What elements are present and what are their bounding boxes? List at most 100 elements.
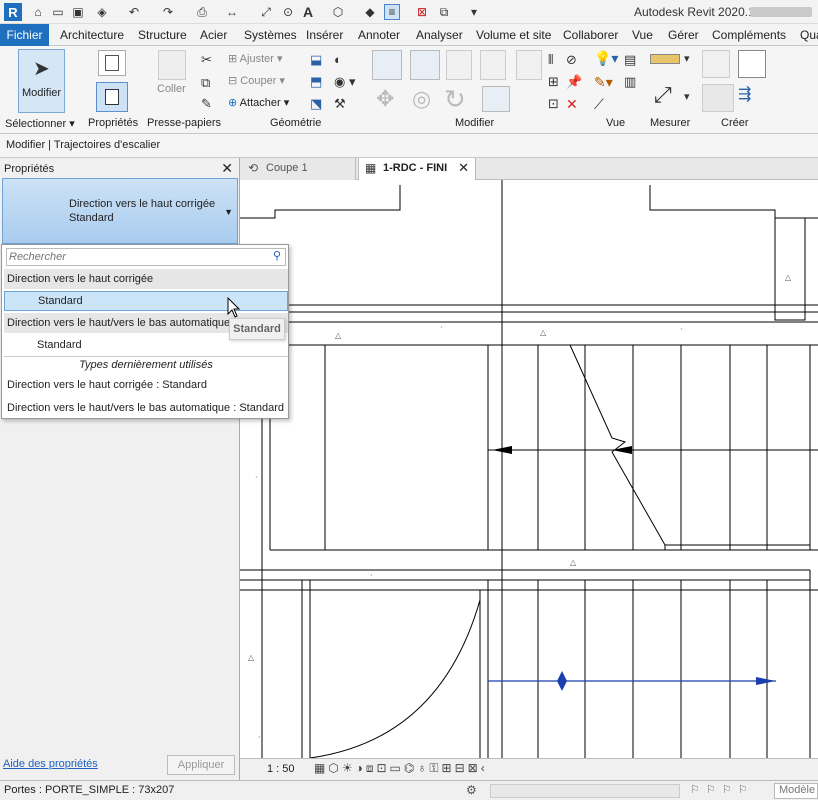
tab-1-rdc-fini[interactable]: ▦ 1-RDC - FINI ✕ <box>358 158 476 181</box>
revit-logo[interactable]: R <box>4 3 22 21</box>
tab-vue[interactable]: Vue <box>632 28 653 42</box>
properties-toggle-button[interactable] <box>96 82 128 112</box>
aligned-dimension-icon[interactable]: ⤢ <box>654 82 672 108</box>
create-similar-icon[interactable]: ⇶ <box>738 84 751 104</box>
worksharing-icon[interactable]: ⊞ <box>442 761 455 775</box>
print-icon[interactable]: ⎙ <box>194 4 210 20</box>
analytical-icon[interactable]: ⊟ <box>455 761 468 775</box>
cope-icon[interactable]: ◉ ▾ <box>334 74 355 90</box>
tab-architecture[interactable]: Architecture <box>60 28 124 42</box>
temp-hide-icon[interactable]: ⌬ <box>404 761 417 775</box>
attach-button[interactable]: ⊕ Attacher ▾ <box>228 96 289 109</box>
cut-geometry-button[interactable]: ⊟ Couper ▾ <box>228 74 285 87</box>
join-icon[interactable]: ⬓ <box>310 52 322 68</box>
hide-in-view-icon[interactable]: 💡▾ <box>594 50 618 67</box>
panel-select[interactable]: Sélectionner ▾ <box>5 117 75 130</box>
close-hidden-icon[interactable]: ⊠ <box>414 4 430 20</box>
selection-filter-icons[interactable]: ⚐⚐⚐⚐ <box>690 783 753 796</box>
array-icon[interactable]: ⊞ <box>548 74 559 90</box>
visual-style-icon[interactable]: ⬡ <box>328 761 341 775</box>
sync-icon[interactable]: ◈ <box>94 4 110 20</box>
create-group-icon[interactable] <box>702 84 734 112</box>
recent-type-item[interactable]: Direction vers le haut corrigée : Standa… <box>4 375 288 395</box>
tab-annoter[interactable]: Annoter <box>358 28 400 42</box>
paste-icon[interactable] <box>158 50 186 80</box>
switch-windows-icon[interactable]: ⧉ <box>436 4 452 20</box>
delete-icon[interactable]: ✕ <box>566 96 578 113</box>
mirror-axis-icon[interactable] <box>446 50 472 80</box>
render-icon[interactable]: ⧈ <box>366 761 377 775</box>
save-icon[interactable]: ▣ <box>70 4 86 20</box>
copy-icon[interactable]: ⧉ <box>201 75 210 91</box>
wall-joins-icon[interactable]: ⬒ <box>310 74 322 90</box>
dropdown-type-item-selected[interactable]: Standard <box>4 291 288 311</box>
trim-extend-icon[interactable] <box>482 86 510 112</box>
move-icon[interactable]: ✥ <box>376 86 394 112</box>
measure-tool-icon[interactable] <box>650 54 680 64</box>
pin-icon[interactable]: 📌 <box>566 74 582 90</box>
view-scale[interactable]: 1 : 50 <box>267 763 295 775</box>
tag-icon[interactable]: ⊙ <box>280 4 296 20</box>
shadows-icon[interactable]: ◑ <box>356 761 366 775</box>
view-range-icon[interactable]: ▤ <box>624 52 636 68</box>
modify-button[interactable]: ➤ Modifier <box>18 49 65 113</box>
cut-icon[interactable]: ✂ <box>201 52 212 68</box>
undo-icon[interactable]: ↶ <box>126 4 142 20</box>
tab-inserer[interactable]: Insérer <box>306 28 343 42</box>
tab-acier[interactable]: Acier <box>200 28 227 42</box>
measure-icon[interactable]: ↔ <box>224 4 240 20</box>
worksets-icon[interactable]: ⚙ <box>466 783 477 797</box>
align-icon[interactable] <box>372 50 402 80</box>
type-selector[interactable]: Direction vers le haut corrigée Standard… <box>2 178 238 244</box>
create-assembly-icon[interactable] <box>702 50 730 78</box>
tab-systemes[interactable]: Systèmes <box>244 28 297 42</box>
customize-qat-icon[interactable]: ▾ <box>466 4 482 20</box>
section-icon[interactable]: ◆ <box>362 4 378 20</box>
close-tab-icon[interactable]: ✕ <box>458 160 469 176</box>
linework-icon[interactable]: ⟋ <box>594 96 604 113</box>
demolish-icon[interactable]: ⚒ <box>334 96 346 112</box>
mirror-draw-icon[interactable] <box>480 50 506 80</box>
apply-button[interactable]: Appliquer <box>167 755 235 775</box>
rotate-icon[interactable]: ↻ <box>444 84 466 115</box>
tab-gerer[interactable]: Gérer <box>668 28 699 42</box>
split-face-icon[interactable]: ⬔ <box>310 96 322 112</box>
paint-icon[interactable]: ◐ <box>334 52 342 67</box>
open-icon[interactable]: ▭ <box>50 4 66 20</box>
text-icon[interactable]: A <box>300 4 316 20</box>
close-icon[interactable]: ✕ <box>221 160 233 177</box>
stair-path-flip-control[interactable] <box>557 671 567 691</box>
dimension-dropdown-icon[interactable]: ▾ <box>684 90 690 103</box>
tab-collaborer[interactable]: Collaborer <box>563 28 618 42</box>
split-icon[interactable] <box>516 50 542 80</box>
unpin-icon[interactable]: ⊘ <box>566 52 577 68</box>
measure-dropdown-icon[interactable]: ▾ <box>684 52 690 65</box>
redo-icon[interactable]: ↷ <box>160 4 176 20</box>
adjust-button[interactable]: ⊞ Ajuster ▾ <box>228 52 283 65</box>
crop-view-icon[interactable]: ⊡ <box>376 761 389 775</box>
constraints-icon[interactable]: ⊠ <box>468 761 481 775</box>
paste-button[interactable]: Coller <box>157 83 186 95</box>
view-controls[interactable]: ▦⬡☀◑⧈⊡▭⌬♁⚿⊞⊟⊠‹ <box>314 761 488 776</box>
split-gap-icon[interactable]: ⫴ <box>548 52 553 68</box>
3d-view-icon[interactable]: ⬡ <box>330 4 346 20</box>
detail-level-icon[interactable]: ▦ <box>314 761 328 775</box>
type-search-input[interactable] <box>9 250 259 264</box>
thin-lines-icon[interactable]: ≡ <box>384 4 400 20</box>
tab-file[interactable]: Fichier <box>0 24 49 46</box>
tab-structure[interactable]: Structure <box>138 28 187 42</box>
tab-complements[interactable]: Compléments <box>712 28 786 42</box>
tab-volume-et-site[interactable]: Volume et site <box>476 28 551 42</box>
create-parts-icon[interactable] <box>738 50 766 78</box>
sun-path-icon[interactable]: ☀ <box>342 761 356 775</box>
tab-analyser[interactable]: Analyser <box>416 28 463 42</box>
copy-elements-icon[interactable]: ◎ <box>412 86 431 112</box>
type-properties-button[interactable] <box>98 50 126 76</box>
tab-quantification[interactable]: Qua <box>800 28 818 42</box>
design-option-selector[interactable]: Modèle <box>774 783 818 799</box>
type-search-field[interactable]: ⚲ <box>6 248 286 266</box>
filter-icon[interactable]: ▥ <box>624 74 636 90</box>
override-graphics-icon[interactable]: ✎▾ <box>594 74 613 91</box>
drawing-canvas[interactable]: △ · △ · △ · △ · · △ <box>240 180 818 759</box>
crop-region-icon[interactable]: ▭ <box>390 761 404 775</box>
